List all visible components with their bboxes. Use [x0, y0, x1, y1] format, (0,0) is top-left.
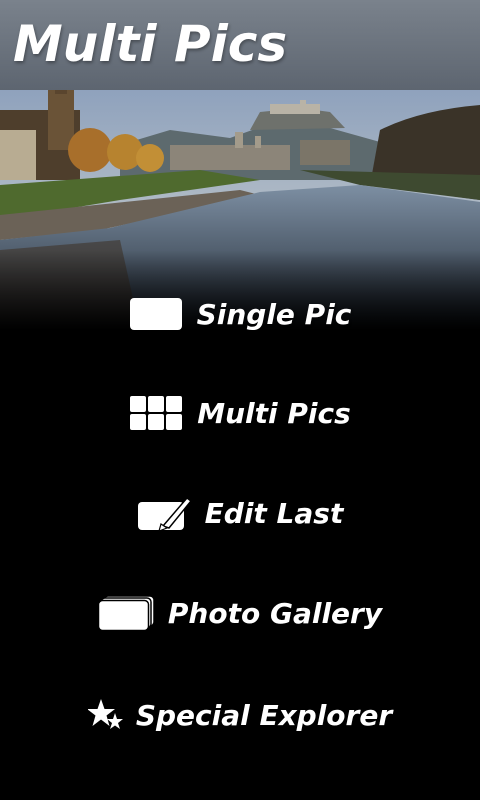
special-explorer-button[interactable]: Special Explorer	[0, 683, 480, 747]
edit-last-button[interactable]: Edit Last	[0, 481, 480, 545]
stars-icon	[87, 697, 124, 733]
photo-gallery-label: Photo Gallery	[167, 596, 383, 630]
single-pic-button[interactable]: Single Pic	[0, 282, 480, 346]
app-screen: Multi Pics Single Pic Multi Pics Edit La…	[0, 0, 480, 800]
photo-gallery-button[interactable]: Photo Gallery	[0, 581, 480, 645]
single-frame-icon	[129, 296, 185, 332]
single-pic-label: Single Pic	[196, 297, 352, 331]
multi-pics-label: Multi Pics	[197, 396, 351, 430]
special-explorer-label: Special Explorer	[135, 698, 393, 732]
multi-pics-button[interactable]: Multi Pics	[0, 381, 480, 445]
edit-brush-icon	[137, 494, 193, 532]
app-title: Multi Pics	[13, 15, 288, 73]
title-bar: Multi Pics	[0, 0, 480, 90]
grid-icon	[129, 395, 185, 431]
edit-last-label: Edit Last	[204, 496, 344, 530]
stacked-photos-icon	[97, 594, 156, 632]
